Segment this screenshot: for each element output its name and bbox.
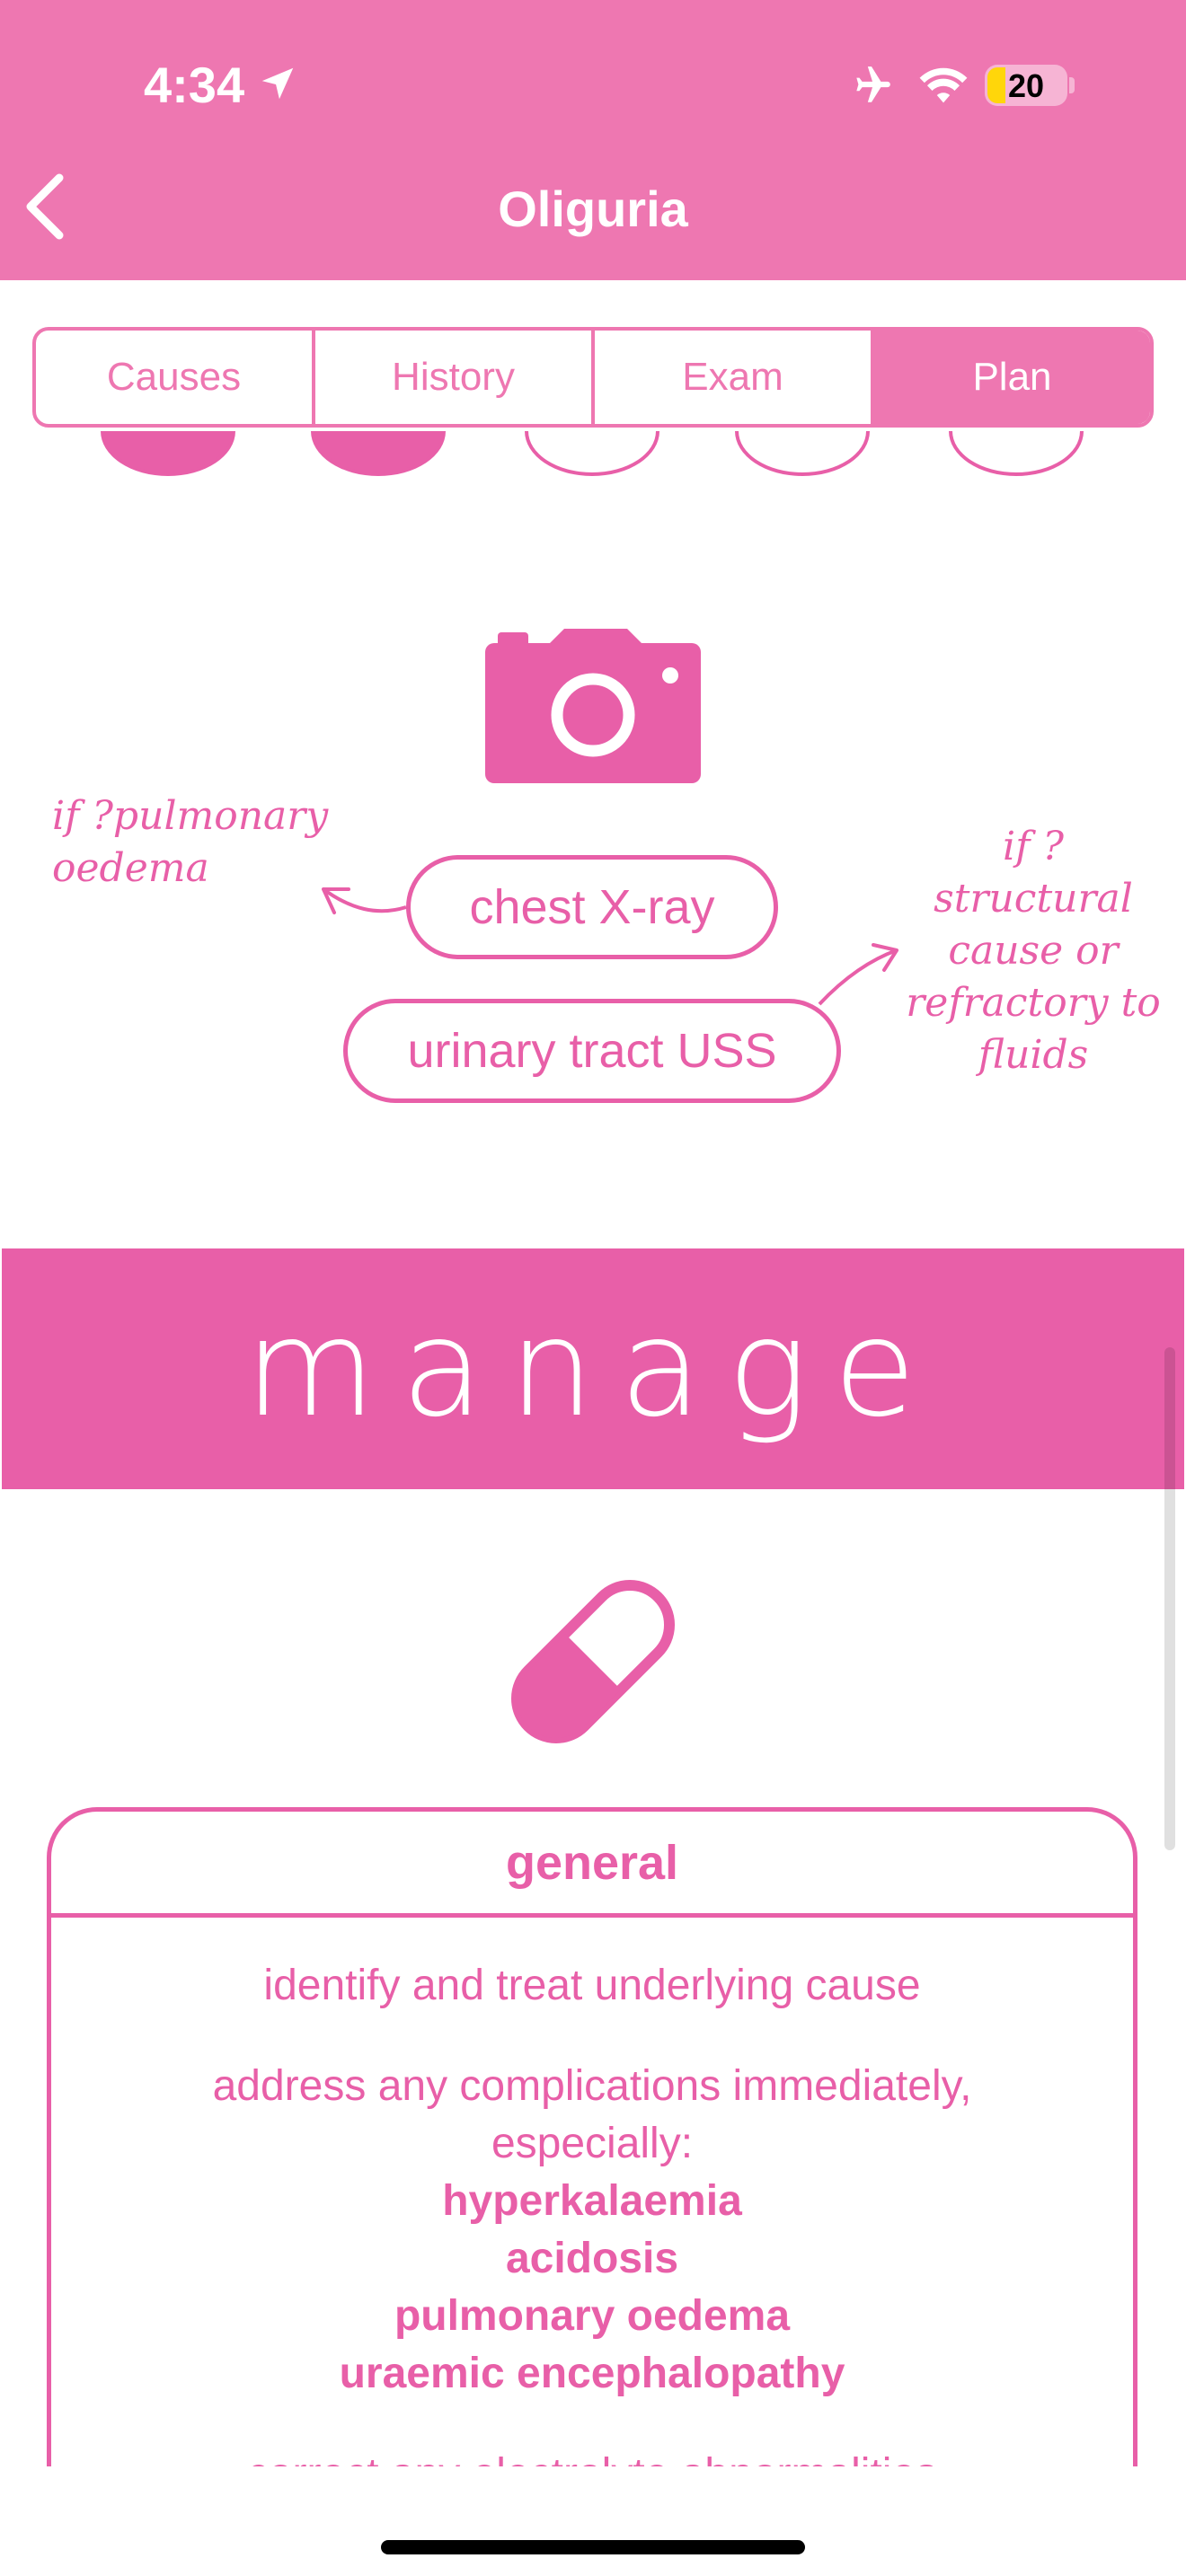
- manage-section-header: manage: [2, 1248, 1184, 1489]
- chest-xray-pill: chest X-ray: [406, 855, 778, 959]
- general-management-card: general identify and treat underlying ca…: [47, 1807, 1137, 2576]
- bottom-safe-area: [0, 2466, 1186, 2576]
- complication-item: acidosis: [505, 2235, 679, 2282]
- annotation-arrows: [322, 887, 898, 1006]
- card-body: identify and treat underlying cause addr…: [51, 1918, 1133, 2503]
- complication-item: uraemic encephalopathy: [339, 2350, 845, 2397]
- complication-item: hyperkalaemia: [442, 2177, 742, 2225]
- item-treat-cause: identify and treat underlying cause: [263, 1962, 921, 2009]
- section-title: manage: [244, 1291, 942, 1447]
- capsule-icon: [510, 1579, 676, 1744]
- complication-item: pulmonary oedema: [394, 2292, 791, 2340]
- card-title: general: [51, 1812, 1133, 1918]
- item-complications-line2: especially:: [491, 2120, 694, 2167]
- urinary-tract-uss-pill: urinary tract USS: [343, 999, 841, 1103]
- home-indicator[interactable]: [381, 2540, 805, 2554]
- scrollbar[interactable]: [1164, 1347, 1175, 1850]
- item-complications-line1: address any complications immediately,: [212, 2062, 972, 2110]
